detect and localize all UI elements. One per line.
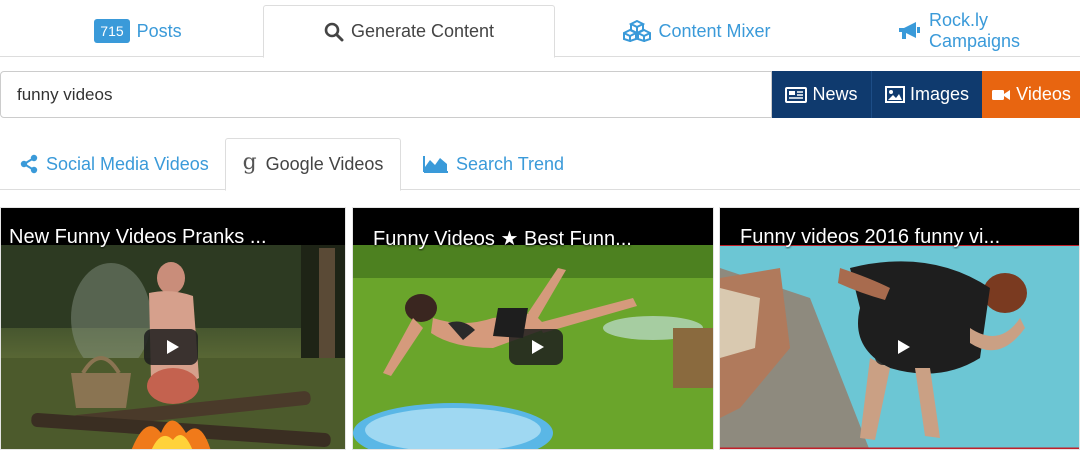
play-button[interactable] <box>875 329 929 365</box>
bullhorn-icon <box>898 21 922 41</box>
tab-google-videos[interactable]: g Google Videos <box>225 138 401 191</box>
video-title: Funny Videos ★ Best Funn... <box>373 228 632 250</box>
tab-search-trend[interactable]: Search Trend <box>423 138 583 190</box>
tab-content-mixer[interactable]: Content Mixer <box>622 5 772 57</box>
video-card[interactable]: Funny Videos ★ Best Funn... <box>352 207 714 450</box>
videos-button[interactable]: Videos <box>982 71 1080 118</box>
play-button[interactable] <box>144 329 198 365</box>
search-input[interactable] <box>0 71 772 118</box>
play-button[interactable] <box>509 329 563 365</box>
video-card[interactable]: Funny videos 2016 funny vi... <box>719 207 1080 450</box>
videos-button-label: Videos <box>1016 84 1071 104</box>
tab-search-trend-label: Search Trend <box>456 153 565 174</box>
video-source-tab-bar: Social Media Videos g Google Videos Sear… <box>0 138 1080 191</box>
tab-rockly-campaigns-label: Rock.ly Campaigns <box>929 10 1021 51</box>
play-icon <box>897 340 910 354</box>
tab-rockly-campaigns[interactable]: Rock.ly Campaigns <box>898 5 1080 57</box>
tab-generate-content-label: Generate Content <box>350 21 495 41</box>
tab-content-mixer-label: Content Mixer <box>658 20 771 41</box>
tab-google-videos-label: Google Videos <box>265 154 384 174</box>
posts-count-badge: 715 <box>94 19 130 43</box>
share-icon <box>19 154 39 174</box>
tab-social-media-videos[interactable]: Social Media Videos <box>19 138 219 190</box>
search-icon <box>324 22 344 42</box>
tab-generate-content[interactable]: Generate Content <box>263 5 555 58</box>
area-chart-icon <box>423 155 449 173</box>
play-icon <box>531 340 544 354</box>
tab-posts-label: Posts <box>136 20 182 41</box>
video-camera-icon <box>991 88 1011 102</box>
tab-posts[interactable]: 715 Posts <box>88 5 188 57</box>
image-icon <box>884 86 905 103</box>
search-row: News Images Videos <box>0 71 1080 118</box>
play-icon <box>166 340 179 354</box>
top-tab-bar: 715 Posts Generate Content Content Mixer… <box>0 0 1080 58</box>
cubes-icon <box>623 20 652 42</box>
video-title: New Funny Videos Pranks ... <box>9 226 267 248</box>
video-results: New Funny Videos Pranks ... Funny Videos… <box>0 207 1080 450</box>
video-card[interactable]: New Funny Videos Pranks ... <box>0 207 346 450</box>
tab-social-media-videos-label: Social Media Videos <box>46 153 209 174</box>
google-g-icon: g <box>242 150 257 175</box>
images-button-label: Images <box>909 84 970 104</box>
newspaper-icon <box>785 86 808 103</box>
news-button-label: News <box>812 84 858 104</box>
images-button[interactable]: Images <box>871 71 982 118</box>
news-button[interactable]: News <box>772 71 871 118</box>
video-title: Funny videos 2016 funny vi... <box>740 226 1001 248</box>
